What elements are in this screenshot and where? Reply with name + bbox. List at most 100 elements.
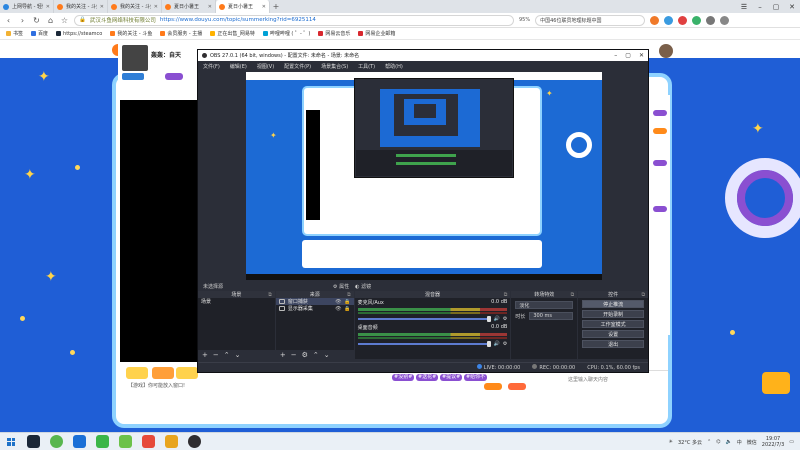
settings-button[interactable]: 设置 — [582, 330, 645, 338]
star-icon[interactable]: ☆ — [60, 16, 69, 25]
remove-icon[interactable]: − — [291, 351, 297, 359]
extension-icon[interactable] — [650, 15, 660, 25]
extension-icon[interactable] — [692, 15, 702, 25]
close-tab-icon[interactable]: ✕ — [262, 4, 266, 10]
settings-icon[interactable] — [720, 15, 730, 25]
close-window-icon[interactable]: ✕ — [639, 52, 644, 59]
obs-icon[interactable] — [188, 435, 201, 448]
move-up-icon[interactable]: ⌃ — [313, 351, 319, 359]
slider-handle[interactable] — [486, 341, 491, 347]
speaker-icon[interactable]: 🔊 — [494, 341, 500, 347]
move-up-icon[interactable]: ⌃ — [224, 351, 230, 359]
exit-button[interactable]: 退出 — [582, 340, 645, 348]
obs-preview-canvas[interactable]: ✦ ✦ — [246, 72, 602, 280]
bookmark-item[interactable]: 哔哩哔哩 ( ゜- ゜) — [262, 30, 310, 37]
network-icon[interactable]: ⌬ — [716, 439, 720, 445]
weather-text[interactable]: 32°C 多云 — [678, 439, 702, 446]
streamer-avatar[interactable] — [122, 45, 148, 71]
chat-input[interactable]: 这里输入聊天内容 — [568, 376, 608, 383]
volume-slider[interactable] — [357, 316, 491, 322]
new-tab-button[interactable]: + — [270, 0, 282, 13]
dock-menu-icon[interactable]: ⧉ — [268, 292, 272, 298]
bookmark-item[interactable]: 会员服务 - 主播 — [160, 30, 202, 37]
bookmark-item[interactable]: https://steamco — [56, 31, 102, 37]
start-recording-button[interactable]: 开始录制 — [582, 310, 645, 318]
bookmark-item[interactable]: 百度 — [31, 30, 48, 37]
menu-item[interactable]: 帮助(H) — [385, 63, 403, 70]
url-input[interactable]: 🔒 武汉斗鱼网络科技有限公司 https://www.douyu.com/top… — [74, 14, 514, 26]
lock-icon[interactable]: 🔒 — [344, 299, 350, 305]
back-icon[interactable]: ‹ — [4, 16, 13, 25]
browser-tab[interactable]: 我的关注 - 斗鱼 ✕ — [54, 0, 108, 13]
add-icon[interactable]: + — [202, 351, 208, 359]
browser-tab[interactable]: 夏日小暑王 ✕ — [162, 0, 216, 13]
dock-menu-icon[interactable]: ⧉ — [641, 292, 645, 298]
lock-icon[interactable]: 🔒 — [344, 306, 350, 312]
visibility-icon[interactable]: 👁 — [335, 299, 341, 305]
edge-icon[interactable] — [73, 435, 86, 448]
chevron-up-icon[interactable]: ⌃ — [707, 439, 711, 445]
extension-icon[interactable] — [678, 15, 688, 25]
clock[interactable]: 19:07 2022/7/3 — [762, 436, 784, 448]
visibility-icon[interactable]: 👁 — [335, 306, 341, 312]
menu-item[interactable]: 配置文件(P) — [284, 63, 311, 70]
reload-icon[interactable]: ↻ — [32, 16, 41, 25]
scene-item[interactable]: 场景 — [198, 298, 275, 305]
home-icon[interactable]: ⌂ — [46, 16, 55, 25]
wechat-icon[interactable] — [96, 435, 109, 448]
bookmark-item[interactable]: 书签 — [6, 30, 23, 37]
browser-icon[interactable] — [50, 435, 63, 448]
menu-icon[interactable]: ☰ — [736, 0, 752, 13]
tray-app-label[interactable]: 微信 — [747, 439, 757, 446]
user-avatar[interactable] — [659, 44, 673, 58]
source-item[interactable]: 窗口捕获 👁 🔒 — [275, 298, 354, 305]
app-icon[interactable] — [165, 435, 178, 448]
gift-icon[interactable] — [176, 367, 198, 379]
menu-item[interactable]: 编辑(E) — [230, 63, 247, 70]
hashtag-chip[interactable]: #提议# — [439, 374, 463, 381]
zoom-level[interactable]: 95% — [519, 17, 530, 23]
close-window-icon[interactable]: ✕ — [784, 0, 800, 13]
search-input[interactable]: 中国46位联员地理标题中国 — [535, 14, 646, 26]
gear-icon[interactable]: ⚙ — [503, 341, 507, 347]
maximize-icon[interactable]: ▢ — [768, 0, 784, 13]
video-player[interactable] — [120, 100, 200, 362]
dock-menu-icon[interactable]: ⧉ — [571, 292, 575, 298]
bookmark-item[interactable]: 正在出售_网易特 — [210, 30, 255, 37]
browser-tab-active[interactable]: 夏日小暑王 ✕ — [216, 0, 270, 13]
duration-field[interactable]: 300 ms — [529, 312, 574, 320]
close-tab-icon[interactable]: ✕ — [100, 4, 104, 10]
speaker-icon[interactable]: 🔈 — [726, 439, 732, 445]
ime-indicator[interactable]: 中 — [737, 439, 742, 446]
minimize-icon[interactable]: – — [614, 52, 617, 59]
dock-menu-icon[interactable]: ⧉ — [504, 292, 508, 298]
stop-streaming-button[interactable]: 停止推流 — [582, 300, 645, 308]
dock-menu-icon[interactable]: ⧉ — [347, 292, 351, 298]
bookmark-item[interactable]: 网易企业邮箱 — [358, 30, 395, 37]
gift-send-button[interactable] — [508, 383, 526, 390]
speaker-icon[interactable]: 🔊 — [494, 316, 500, 322]
source-item[interactable]: 显示器采集 👁 🔒 — [276, 305, 354, 312]
browser-tab[interactable]: 我的关注 - 斗鱼 ✕ — [108, 0, 162, 13]
maximize-icon[interactable]: ▢ — [625, 52, 631, 59]
follow-badge[interactable] — [165, 73, 183, 80]
send-button[interactable] — [484, 383, 502, 390]
volume-slider[interactable] — [357, 341, 491, 347]
gear-icon[interactable]: ⚙ — [302, 351, 308, 359]
studio-mode-button[interactable]: 工作室模式 — [582, 320, 645, 328]
menu-item[interactable]: 视图(V) — [257, 63, 274, 70]
start-button[interactable] — [0, 433, 22, 450]
close-tab-icon[interactable]: ✕ — [154, 4, 158, 10]
corner-badge[interactable] — [762, 372, 790, 394]
properties-button[interactable]: ⚙ 属性 — [333, 283, 349, 290]
remove-icon[interactable]: − — [213, 351, 219, 359]
steam-icon[interactable] — [27, 435, 40, 448]
netease-music-icon[interactable] — [142, 435, 155, 448]
menu-item[interactable]: 文件(F) — [203, 63, 220, 70]
download-icon[interactable] — [706, 15, 716, 25]
browser-tab[interactable]: 上网导航 - 轻快上网 从这里开始 ✕ — [0, 0, 54, 13]
app-icon[interactable] — [119, 435, 132, 448]
minimize-icon[interactable]: – — [752, 0, 768, 13]
slider-handle[interactable] — [486, 316, 491, 322]
bookmark-item[interactable]: 网易云音乐 — [318, 30, 350, 37]
